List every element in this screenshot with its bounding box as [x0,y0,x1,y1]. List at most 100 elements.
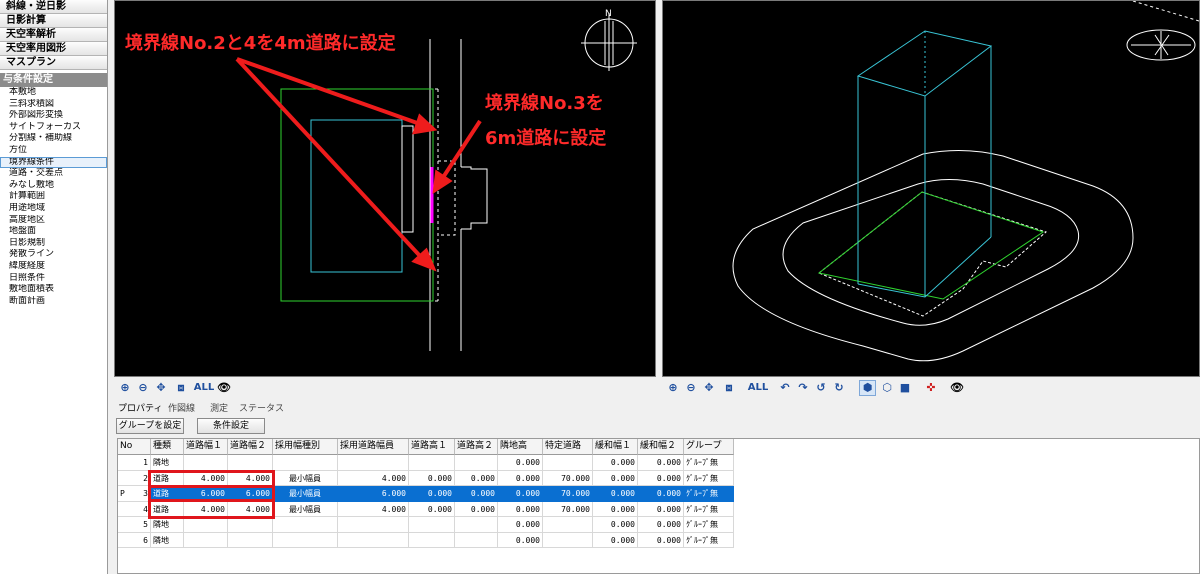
grid-cell[interactable] [228,532,273,548]
grid-cell[interactable] [409,517,455,533]
grid-cell[interactable] [273,532,338,548]
menu-item[interactable]: 分割線・補助線 [0,133,107,145]
grid-cell[interactable]: 70.000 [543,470,593,486]
category-button[interactable]: マスプラン [0,56,107,70]
menu-item[interactable]: 道路・交差点 [0,168,107,180]
rotate-right-icon[interactable]: ↷ [796,381,810,395]
perspective-viewport[interactable] [662,0,1200,377]
column-header[interactable]: 特定道路 [543,439,593,455]
grid-cell[interactable]: 0.000 [498,470,543,486]
grid-cell[interactable]: 0.000 [455,501,498,517]
menu-item[interactable]: 日照条件 [0,273,107,285]
column-header[interactable]: No [118,439,151,455]
grid-cell[interactable] [543,517,593,533]
set-group-button[interactable]: グループを設定 [116,418,184,434]
column-header[interactable]: 採用道路幅員 [338,439,409,455]
grid-cell[interactable]: 隣地 [151,517,184,533]
grid-cell[interactable]: 0.000 [498,455,543,471]
grid-cell[interactable]: 0.000 [593,486,638,502]
rotate-down-icon[interactable]: ↻ [832,381,846,395]
grid-cell[interactable]: 0.000 [455,486,498,502]
menu-item[interactable]: 方位 [0,145,107,157]
grid-cell[interactable]: 4.000 [338,470,409,486]
grid-cell[interactable]: 0.000 [593,501,638,517]
row-number-cell[interactable]: 2 [118,470,151,486]
category-button[interactable]: 斜線・逆日影 [0,0,107,14]
column-header[interactable]: 緩和幅１ [593,439,638,455]
column-header[interactable]: 道路幅１ [184,439,228,455]
grid-cell[interactable]: 0.000 [593,455,638,471]
zoom-out-icon[interactable]: ⊖ [684,381,698,395]
eye-icon[interactable]: 👁 [950,381,964,395]
grid-cell[interactable]: ｸﾞﾙｰﾌﾟ無 [684,455,734,471]
grid-cell[interactable]: ｸﾞﾙｰﾌﾟ無 [684,532,734,548]
zoom-window-icon[interactable]: ⧈ [722,381,736,395]
grid-cell[interactable]: ｸﾞﾙｰﾌﾟ無 [684,470,734,486]
grid-cell[interactable] [455,517,498,533]
grid-cell[interactable]: 隣地 [151,532,184,548]
grid-cell[interactable]: 0.000 [593,470,638,486]
row-number-cell[interactable]: 4 [118,501,151,517]
iso-view-icon[interactable]: ⬢ [859,380,876,396]
rotate-left-icon[interactable]: ↶ [778,381,792,395]
column-header[interactable]: 種類 [151,439,184,455]
grid-cell[interactable] [184,532,228,548]
grid-cell[interactable]: 70.000 [543,486,593,502]
zoom-all-button[interactable]: ALL [193,381,215,395]
grid-cell[interactable] [543,532,593,548]
tab-drawing-line[interactable]: 作図線 [168,403,195,416]
plan-viewport[interactable]: N 境界線No.2と4を4m道路に設定 境界線No.3を 6m道路に設定 [114,0,656,377]
row-number-cell[interactable]: 5 [118,517,151,533]
rotate-up-icon[interactable]: ↺ [814,381,828,395]
grid-cell[interactable]: 最小幅員 [273,501,338,517]
eye-icon[interactable]: 👁 [217,381,231,395]
menu-item[interactable]: 日影規制 [0,238,107,250]
grid-cell[interactable] [543,455,593,471]
axis-view-icon[interactable]: ✜ [924,381,938,395]
grid-cell[interactable]: 4.000 [338,501,409,517]
grid-cell[interactable]: ｸﾞﾙｰﾌﾟ無 [684,501,734,517]
grid-cell[interactable]: 0.000 [498,532,543,548]
condition-setting-button[interactable]: 条件設定 [197,418,265,434]
tab-property[interactable]: プロパティ [118,403,162,416]
menu-item[interactable]: 緯度経度 [0,261,107,273]
grid-cell[interactable]: 0.000 [498,501,543,517]
zoom-all-button[interactable]: ALL [747,381,769,395]
grid-cell[interactable] [184,517,228,533]
grid-cell[interactable] [455,455,498,471]
column-header[interactable]: グループ [684,439,734,455]
grid-cell[interactable]: 最小幅員 [273,470,338,486]
grid-cell[interactable] [273,517,338,533]
menu-item[interactable]: 計算範囲 [0,191,107,203]
menu-item[interactable]: 用途地域 [0,203,107,215]
zoom-window-icon[interactable]: ⧈ [174,381,188,395]
menu-item[interactable]: みなし敷地 [0,180,107,192]
column-header[interactable]: 緩和幅２ [638,439,684,455]
zoom-in-icon[interactable]: ⊕ [118,381,132,395]
grid-cell[interactable] [409,455,455,471]
menu-item[interactable]: 発散ライン [0,249,107,261]
column-header[interactable]: 隣地高 [498,439,543,455]
grid-cell[interactable]: 隣地 [151,455,184,471]
column-header[interactable]: 道路幅２ [228,439,273,455]
wireframe-view-icon[interactable]: ⬡ [880,381,894,395]
zoom-out-icon[interactable]: ⊖ [136,381,150,395]
grid-cell[interactable]: 6.000 [338,486,409,502]
column-header[interactable]: 道路高２ [455,439,498,455]
menu-item[interactable]: サイトフォーカス [0,122,107,134]
grid-cell[interactable]: 0.000 [409,501,455,517]
zoom-in-icon[interactable]: ⊕ [666,381,680,395]
column-header[interactable]: 道路高１ [409,439,455,455]
grid-cell[interactable]: 0.000 [593,517,638,533]
grid-cell[interactable]: 0.000 [638,517,684,533]
menu-item[interactable]: 本敷地 [0,87,107,99]
grid-cell[interactable] [338,532,409,548]
grid-cell[interactable]: 0.000 [638,470,684,486]
grid-cell[interactable]: 70.000 [543,501,593,517]
grid-cell[interactable]: 0.000 [409,486,455,502]
grid-cell[interactable]: 0.000 [409,470,455,486]
grid-cell[interactable]: ｸﾞﾙｰﾌﾟ無 [684,486,734,502]
category-button[interactable]: 天空率解析 [0,28,107,42]
grid-cell[interactable] [184,455,228,471]
grid-cell[interactable] [228,455,273,471]
